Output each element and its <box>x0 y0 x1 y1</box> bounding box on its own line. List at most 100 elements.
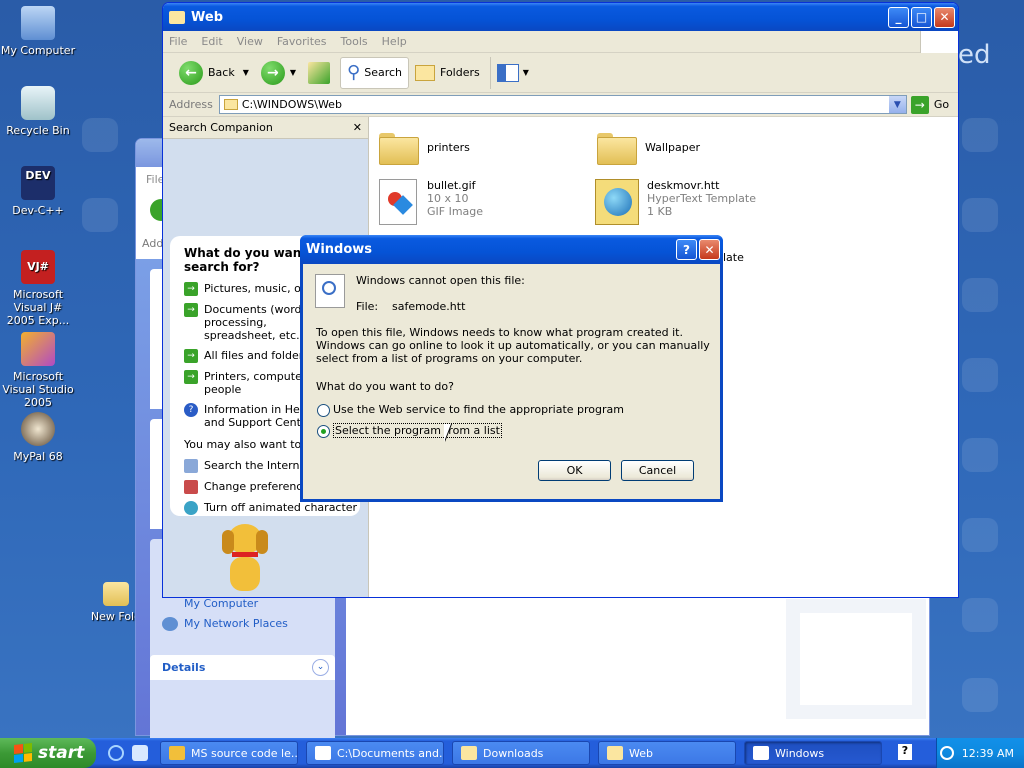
desktop-icon-recycle-bin[interactable]: Recycle Bin <box>0 86 78 137</box>
search-button[interactable]: ⚲ Search <box>340 56 410 89</box>
desktop-icon-my-computer[interactable]: My Computer <box>0 6 78 57</box>
task-ms-source[interactable]: MS source code le... <box>160 741 298 765</box>
htt-template-icon <box>595 179 639 225</box>
search-internet-link[interactable]: Search the Internet <box>184 459 311 473</box>
menu-tools[interactable]: Tools <box>341 35 368 48</box>
close-button[interactable]: ✕ <box>934 6 955 28</box>
folder-icon <box>597 129 637 165</box>
start-button[interactable]: start <box>0 738 96 768</box>
search-companion-header: Search Companion ✕ <box>163 117 368 139</box>
menu-edit[interactable]: Edit <box>201 35 222 48</box>
folder-up-icon <box>308 61 331 84</box>
turn-off-character-link[interactable]: Turn off animated character <box>184 501 357 515</box>
desktop-icon-label: MyPal 68 <box>13 450 63 463</box>
system-tray: 12:39 AM <box>936 738 1024 768</box>
search-option-documents[interactable]: → Documents (word processing, spreadsheet… <box>184 303 304 342</box>
task-web[interactable]: Web <box>598 741 736 765</box>
search-option-help[interactable]: ? Information in Help and Support Center <box>184 403 319 429</box>
mouse-cursor-icon <box>444 424 451 442</box>
wallpaper-tile <box>962 358 998 392</box>
forward-arrow-icon: → <box>260 60 285 85</box>
chevron-down-icon[interactable]: ⌄ <box>312 659 329 676</box>
folders-button[interactable]: Folders <box>409 57 486 89</box>
task-documents[interactable]: C:\Documents and... <box>306 741 444 765</box>
change-preferences-link[interactable]: Change preferences <box>184 480 315 494</box>
help-icon[interactable]: ? <box>898 744 912 760</box>
file-search-icon <box>315 274 345 308</box>
clock[interactable]: 12:39 AM <box>962 747 1014 760</box>
windows-logo-icon <box>920 30 958 53</box>
folder-icon <box>103 582 129 606</box>
maximize-button[interactable]: □ <box>911 6 932 28</box>
search-option-all-files[interactable]: → All files and folders <box>184 349 309 363</box>
desktop-icon-visual-studio[interactable]: Microsoft Visual Studio 2005 <box>0 332 78 409</box>
my-computer-icon <box>21 6 55 40</box>
go-button[interactable]: → Go <box>910 95 949 114</box>
search-companion-title: Search Companion <box>169 121 273 134</box>
quick-launch-icon[interactable] <box>132 745 148 761</box>
standard-toolbar: ← Back ▼ → ▼ ⚲ Search Folders ▼ <box>163 53 958 93</box>
close-icon[interactable]: ✕ <box>353 121 362 134</box>
wallpaper-text: ed <box>958 40 991 70</box>
open-with-dialog: Windows ? ✕ Windows cannot open this fil… <box>300 235 723 502</box>
desktop-icon-vj[interactable]: VJ# Microsoft Visual J# 2005 Exp... <box>0 250 78 327</box>
menu-bar: File Edit View Favorites Tools Help <box>163 30 958 53</box>
dialog-explanation: To open this file, Windows needs to know… <box>316 326 710 365</box>
details-box[interactable]: Details ⌄ <box>150 655 335 680</box>
folder-icon <box>169 10 185 24</box>
desktop-icon-label: Recycle Bin <box>6 124 70 137</box>
dialog-titlebar[interactable]: Windows ? ✕ <box>300 235 723 264</box>
file-item-bullet-gif[interactable]: bullet.gif 10 x 10 GIF Image <box>379 179 483 225</box>
back-arrow-icon: ← <box>179 60 203 85</box>
views-button[interactable]: ▼ <box>489 56 535 89</box>
forward-button[interactable]: → ▼ <box>255 57 302 89</box>
watermark-graphic <box>786 599 926 719</box>
address-bar: Address C:\WINDOWS\Web ▼ → Go <box>163 93 958 117</box>
network-status-icon[interactable] <box>939 746 954 760</box>
mypal-icon <box>21 412 55 446</box>
task-windows[interactable]: Windows <box>744 741 882 765</box>
file-item-wallpaper[interactable]: Wallpaper <box>597 129 700 165</box>
internet-explorer-icon[interactable] <box>108 745 124 761</box>
file-item-deskmovr[interactable]: deskmovr.htt HyperText Template 1 KB <box>595 179 756 225</box>
go-arrow-icon: → <box>910 95 929 114</box>
radio-button-selected-icon <box>317 424 330 438</box>
menu-view[interactable]: View <box>237 35 263 48</box>
minimize-button[interactable]: _ <box>888 6 909 28</box>
address-input[interactable]: C:\WINDOWS\Web ▼ <box>218 95 907 114</box>
folders-icon <box>415 64 436 81</box>
devcpp-icon: DEV <box>21 166 55 200</box>
cancel-button[interactable]: Cancel <box>621 460 694 481</box>
ok-button[interactable]: OK <box>538 460 611 481</box>
file-item-printers[interactable]: printers <box>379 129 470 165</box>
close-button[interactable]: ✕ <box>699 239 720 260</box>
web-window-titlebar[interactable]: Web _ □ ✕ <box>163 3 958 31</box>
radio-web-service[interactable]: Use the Web service to find the appropri… <box>317 403 624 417</box>
menu-favorites[interactable]: Favorites <box>277 35 327 48</box>
place-my-network[interactable]: My Network Places <box>150 614 300 633</box>
dialog-title: Windows <box>306 242 373 257</box>
desktop-icon-mypal[interactable]: MyPal 68 <box>0 412 78 463</box>
menu-help[interactable]: Help <box>382 35 407 48</box>
radio-select-from-list[interactable]: Select the program from a list <box>317 423 502 438</box>
back-button[interactable]: ← Back ▼ <box>173 57 255 89</box>
address-dropdown-button[interactable]: ▼ <box>888 96 906 113</box>
menu-file[interactable]: File <box>169 35 187 48</box>
views-icon <box>496 63 519 82</box>
file-item-partial[interactable]: late <box>723 251 744 264</box>
windows-flag-icon <box>14 743 32 763</box>
search-dog-character[interactable] <box>218 524 273 592</box>
file-label: File: <box>356 300 379 313</box>
file-name: safemode.htt <box>392 300 466 313</box>
help-button[interactable]: ? <box>676 239 697 260</box>
desktop-icon-devcpp[interactable]: DEV Dev-C++ <box>0 166 78 217</box>
also-want-label: You may also want to... <box>184 438 312 451</box>
address-label: Address <box>169 98 213 111</box>
search-internet-icon <box>184 459 198 473</box>
folder-icon <box>223 99 238 110</box>
desktop-icon-label: New Fold <box>90 610 142 623</box>
up-button[interactable] <box>302 57 336 89</box>
search-icon: ⚲ <box>347 62 361 83</box>
taskbar: start MS source code le... C:\Documents … <box>0 738 1024 768</box>
task-downloads[interactable]: Downloads <box>452 741 590 765</box>
